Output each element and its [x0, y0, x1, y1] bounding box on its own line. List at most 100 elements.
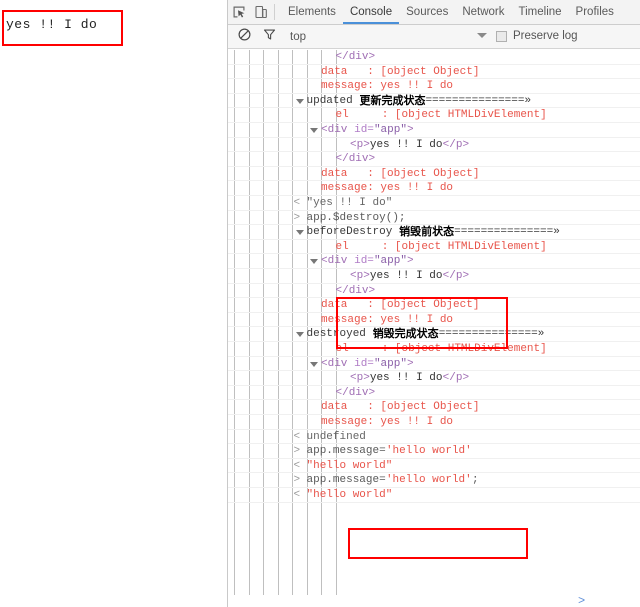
execution-context-selector[interactable]: top: [290, 31, 306, 43]
tab-profiles[interactable]: Profiles: [569, 0, 621, 24]
chevron-down-icon[interactable]: [477, 33, 487, 38]
console-row-segment: undefined: [306, 430, 366, 443]
console-row[interactable]: </div>: [228, 152, 640, 167]
disclosure-triangle-icon[interactable]: [310, 259, 318, 265]
console-row[interactable]: <p> yes !! I do </p>: [228, 269, 640, 284]
input-arrow-icon: >: [293, 445, 301, 458]
console-row-segment: <div: [321, 255, 355, 268]
preserve-log-checkbox[interactable]: [496, 31, 507, 42]
console-row[interactable]: el : [object HTMLDivElement]: [228, 342, 640, 357]
console-row-segment: message: yes !! I do: [321, 182, 454, 195]
output-arrow-icon: <: [293, 489, 301, 501]
console-row[interactable]: <div id= "app" >: [228, 357, 640, 372]
preserve-log-label: Preserve log: [513, 30, 578, 42]
console-row[interactable]: message: yes !! I do: [228, 313, 640, 328]
console-row-segment: data : [object Object]: [321, 299, 480, 312]
annotation-box-message-assignment: [348, 528, 528, 559]
disclosure-triangle-icon[interactable]: [310, 128, 318, 133]
console-prompt-caret[interactable]: >: [578, 594, 585, 607]
console-row-segment: </p>: [442, 138, 470, 151]
disclosure-triangle-icon[interactable]: [310, 361, 318, 367]
console-log-area[interactable]: </div> data : [object Object] message: yes…: [228, 50, 640, 607]
console-row[interactable]: </div>: [228, 386, 640, 401]
console-row[interactable]: < "hello world": [228, 488, 640, 503]
console-row-segment: el : [object HTMLDivElement]: [335, 109, 547, 122]
console-row[interactable]: message: yes !! I do: [228, 181, 640, 196]
filter-icon[interactable]: [263, 28, 276, 46]
console-row-segment: beforeDestroy: [306, 226, 399, 239]
console-row-segment: </p>: [442, 372, 470, 385]
output-arrow-icon: <: [293, 197, 301, 209]
console-row-segment: "app": [373, 124, 407, 136]
console-row-segment: app.message=: [306, 445, 386, 458]
console-row-segment: "app": [373, 357, 407, 370]
console-row-segment: </div>: [335, 51, 376, 63]
tab-elements[interactable]: Elements: [281, 0, 343, 24]
console-row[interactable]: > app.message='hello world';: [228, 473, 640, 488]
console-row[interactable]: </div>: [228, 50, 640, 65]
console-row[interactable]: <p> yes !! I do </p>: [228, 371, 640, 386]
console-row[interactable]: < undefined: [228, 430, 640, 445]
console-row-segment: "hello world": [306, 489, 393, 501]
disclosure-triangle-icon[interactable]: [295, 98, 304, 104]
console-row[interactable]: <p> yes !! I do </p>: [228, 138, 640, 153]
console-row[interactable]: > app.message='hello world': [228, 444, 640, 459]
console-row-segment: 'hello world': [385, 474, 472, 487]
tab-console[interactable]: Console: [342, 0, 400, 24]
console-row-segment: destroyed: [306, 328, 373, 341]
tab-sources[interactable]: Sources: [399, 0, 455, 24]
console-row-segment: ===============»: [425, 94, 532, 107]
console-row-segment: message: yes !! I do: [321, 80, 454, 93]
console-row-segment: </div>: [335, 284, 376, 297]
console-row-segment: </p>: [442, 270, 470, 282]
console-row[interactable]: < "yes !! I do": [228, 196, 640, 211]
console-row[interactable]: el : [object HTMLDivElement]: [228, 108, 640, 123]
console-row-segment: <div: [321, 124, 355, 136]
console-row-segment: <p>: [350, 270, 370, 282]
console-row-segment: ===============»: [438, 328, 545, 341]
console-row-segment: message: yes !! I do: [321, 416, 454, 428]
console-row-segment: "app": [373, 255, 407, 268]
console-row-segment: "yes !! I do": [306, 197, 393, 209]
console-row[interactable]: <div id= "app" >: [228, 254, 640, 269]
console-row[interactable]: data : [object Object]: [228, 65, 640, 80]
console-row[interactable]: message: yes !! I do: [228, 415, 640, 430]
console-row[interactable]: updated 更新完成状态 ===============»: [228, 94, 640, 109]
console-row-segment: app.message=: [306, 474, 386, 487]
console-row-segment: 更新完成状态: [359, 93, 426, 107]
console-row-segment: 销毁前状态: [399, 225, 455, 239]
console-row-segment: >: [407, 357, 414, 370]
tab-timeline[interactable]: Timeline: [512, 0, 569, 24]
page-message-text: yes !! I do: [6, 17, 98, 32]
console-row[interactable]: data : [object Object]: [228, 167, 640, 182]
console-row-segment: "hello world": [306, 459, 393, 472]
console-row-segment: id=: [354, 124, 374, 136]
console-row-segment: message: yes !! I do: [321, 313, 454, 326]
console-row[interactable]: </div>: [228, 284, 640, 299]
console-row-segment: >: [407, 255, 414, 268]
console-row-segment: ;: [472, 474, 479, 487]
console-row[interactable]: beforeDestroy 销毁前状态 ===============»: [228, 225, 640, 240]
devtools-tabbar: Elements Console Sources Network Timelin…: [228, 0, 640, 25]
console-row[interactable]: <div id= "app" >: [228, 123, 640, 138]
tab-network[interactable]: Network: [455, 0, 511, 24]
console-row[interactable]: > app.$destroy();: [228, 211, 640, 226]
console-row-segment: yes !! I do: [369, 138, 443, 151]
console-row[interactable]: < "hello world": [228, 459, 640, 474]
console-row-segment: ===============»: [454, 226, 560, 239]
clear-console-icon[interactable]: [238, 28, 251, 46]
disclosure-triangle-icon[interactable]: [295, 332, 304, 338]
toolbar-divider: [274, 4, 275, 20]
device-toolbar-icon[interactable]: [250, 0, 272, 24]
console-row[interactable]: destroyed 销毁完成状态 ===============»: [228, 327, 640, 342]
web-page-panel: yes !! I do: [0, 0, 228, 607]
console-toolbar: top Preserve log: [228, 25, 640, 49]
console-row[interactable]: message: yes !! I do: [228, 79, 640, 94]
console-row-segment: <div: [321, 357, 355, 370]
disclosure-triangle-icon[interactable]: [295, 230, 304, 236]
inspect-element-icon[interactable]: [228, 0, 250, 24]
console-row[interactable]: el : [object HTMLDivElement]: [228, 240, 640, 255]
console-row[interactable]: data : [object Object]: [228, 298, 640, 313]
devtools-panel: Elements Console Sources Network Timelin…: [228, 0, 640, 607]
console-row[interactable]: data : [object Object]: [228, 400, 640, 415]
